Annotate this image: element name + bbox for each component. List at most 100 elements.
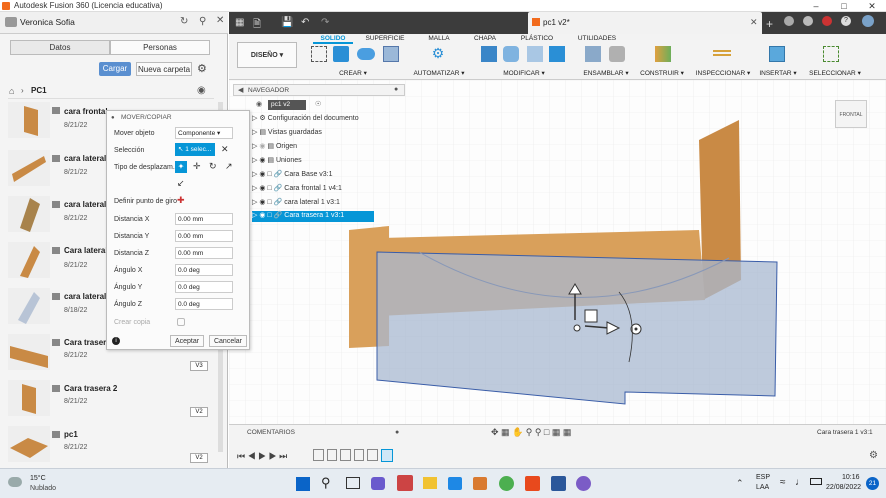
- sync-icon[interactable]: ◉: [197, 85, 206, 96]
- distance-z-input[interactable]: 0.00 mm: [175, 247, 233, 259]
- file-icon[interactable]: 🗎: [253, 17, 261, 34]
- close-panel-icon[interactable]: ✕: [216, 15, 224, 26]
- free-move-icon[interactable]: ✦: [175, 161, 187, 173]
- comments-pin-icon[interactable]: ●: [395, 429, 399, 436]
- browser-node[interactable]: ▷ ◉ □ 🔗 Cara frontal 1 v4:1: [252, 184, 342, 192]
- model-canvas[interactable]: [229, 80, 886, 424]
- word-icon[interactable]: [551, 476, 566, 491]
- breadcrumb[interactable]: PC1: [31, 86, 47, 95]
- close-window-button[interactable]: ✕: [858, 0, 886, 12]
- tab-plastico[interactable]: PLÁSTICO: [517, 35, 557, 42]
- tab-malla[interactable]: MALLA: [419, 35, 459, 42]
- create-copy-checkbox[interactable]: [177, 318, 185, 326]
- timeline-step[interactable]: [367, 449, 378, 461]
- redo-icon[interactable]: ↷: [321, 17, 329, 28]
- dialog-collapse-icon[interactable]: ●: [111, 115, 115, 121]
- notification-badge[interactable]: 21: [866, 477, 879, 490]
- expand-arrow-icon[interactable]: ▷: [252, 199, 257, 206]
- translate-icon[interactable]: ✛: [193, 161, 201, 172]
- tab-superficie[interactable]: SUPERFICIE: [365, 35, 405, 42]
- new-folder-button[interactable]: Nueva carpeta: [136, 62, 192, 76]
- visibility-icon[interactable]: ◉: [256, 100, 262, 108]
- press-pull-icon[interactable]: [481, 46, 497, 62]
- visibility-icon[interactable]: ◉: [259, 143, 265, 150]
- distance-y-input[interactable]: 0.00 mm: [175, 230, 233, 242]
- timeline-step[interactable]: [326, 449, 338, 461]
- close-tab-icon[interactable]: ✕: [750, 17, 758, 28]
- expand-arrow-icon[interactable]: ▷: [252, 129, 257, 136]
- chrome-icon[interactable]: [499, 476, 514, 491]
- weather-temp[interactable]: 15°C: [30, 475, 46, 482]
- volume-icon[interactable]: ♩: [795, 477, 805, 488]
- browser-node[interactable]: ▷ ◉ □ 🔗 cara lateral 1 v3:1: [252, 198, 340, 206]
- save-icon[interactable]: 💾: [281, 17, 293, 28]
- clock-date[interactable]: 22/08/2022: [826, 484, 861, 491]
- expand-arrow-icon[interactable]: ▷: [252, 143, 257, 150]
- visibility-icon[interactable]: ◉: [259, 212, 265, 219]
- group-ensamblar[interactable]: ENSAMBLAR ▾: [581, 69, 631, 77]
- distance-x-input[interactable]: 0.00 mm: [175, 213, 233, 225]
- timeline-step[interactable]: [313, 449, 324, 461]
- version-badge[interactable]: V3: [190, 361, 208, 371]
- extrude-icon[interactable]: [333, 46, 349, 62]
- start-icon[interactable]: [296, 477, 310, 491]
- visibility-icon[interactable]: ◉: [259, 199, 265, 206]
- clock-time[interactable]: 10:16: [842, 474, 860, 481]
- cancel-button[interactable]: Cancelar: [209, 335, 247, 347]
- tab-personas[interactable]: Personas: [110, 40, 210, 55]
- show-hidden-icons[interactable]: ⌃: [736, 478, 744, 489]
- version-badge[interactable]: V2: [190, 407, 208, 417]
- group-inspeccionar[interactable]: INSPECCIONAR ▾: [695, 69, 751, 77]
- workspace-switcher[interactable]: DISEÑO ▾: [237, 42, 297, 68]
- expand-arrow-icon[interactable]: ▷: [252, 157, 257, 164]
- fusion-app-icon[interactable]: [525, 476, 540, 491]
- new-sketch-icon[interactable]: [311, 46, 327, 62]
- tab-utilidades[interactable]: UTILIDADES: [575, 35, 619, 42]
- battery-icon[interactable]: [810, 478, 822, 485]
- browser-root[interactable]: pc1 v2: [268, 100, 306, 110]
- store-icon[interactable]: [448, 477, 462, 490]
- angle-y-input[interactable]: 0.0 deg: [175, 281, 233, 293]
- angle-z-input[interactable]: 0.0 deg: [175, 298, 233, 310]
- browser-node[interactable]: ▷ ◉ □ 🔗 Cara Base v3:1: [252, 170, 333, 178]
- tab-document[interactable]: pc1 v2* ✕: [528, 12, 762, 34]
- hole-icon[interactable]: [383, 46, 399, 62]
- browser-pin-icon[interactable]: ●: [394, 86, 398, 93]
- group-modificar[interactable]: MODIFICAR ▾: [499, 69, 549, 77]
- angle-x-input[interactable]: 0.0 deg: [175, 264, 233, 276]
- weather-cloud-icon[interactable]: [8, 477, 22, 487]
- browser-node[interactable]: ▷ ⚙ Configuración del documento: [252, 114, 359, 122]
- activate-icon[interactable]: ☉: [315, 100, 321, 108]
- help-icon[interactable]: ?: [841, 16, 851, 26]
- set-pivot-icon[interactable]: ✚: [177, 195, 185, 206]
- new-component-icon[interactable]: [585, 46, 601, 62]
- file-explorer-icon[interactable]: [423, 477, 437, 489]
- avatar[interactable]: [862, 15, 874, 27]
- tab-chapa[interactable]: CHAPA: [465, 35, 505, 42]
- group-automatizar[interactable]: AUTOMATIZAR ▾: [413, 69, 465, 77]
- comments-label[interactable]: COMENTARIOS: [247, 429, 295, 436]
- language-indicator[interactable]: ESP: [756, 474, 770, 481]
- group-construir[interactable]: CONSTRUIR ▾: [639, 69, 685, 77]
- selection-button[interactable]: ↖ 1 selec...: [175, 143, 215, 156]
- task-view-icon[interactable]: [346, 477, 360, 489]
- group-insertar[interactable]: INSERTAR ▾: [757, 69, 799, 77]
- viewcube[interactable]: FRONTAL: [835, 100, 867, 128]
- expand-arrow-icon[interactable]: ▷: [252, 115, 257, 122]
- expand-arrow-icon[interactable]: ▷: [252, 212, 257, 219]
- revolve-icon[interactable]: [357, 48, 375, 60]
- insert-image-icon[interactable]: [769, 46, 785, 62]
- measure-icon[interactable]: [713, 50, 731, 56]
- timeline-settings-icon[interactable]: ⚙: [869, 450, 878, 461]
- visibility-icon[interactable]: ◉: [259, 185, 265, 192]
- notifications-icon[interactable]: [822, 16, 832, 26]
- navigation-tools-icon[interactable]: ✥ ▦ ✋ ⚲ ⚲ □ ▦ ▦: [491, 427, 571, 438]
- browser-node[interactable]: ▷ ▤ Vistas guardadas: [252, 128, 322, 136]
- app-icon[interactable]: [473, 477, 487, 490]
- timeline-controls-icon[interactable]: ⏮ ◀ ▶ ▶ ⏭: [237, 451, 287, 462]
- minimize-button[interactable]: –: [802, 0, 830, 12]
- new-tab-icon[interactable]: +: [766, 17, 773, 31]
- upload-button[interactable]: Cargar: [99, 62, 131, 76]
- timeline-step[interactable]: [340, 449, 351, 461]
- extensions-icon[interactable]: [784, 16, 794, 26]
